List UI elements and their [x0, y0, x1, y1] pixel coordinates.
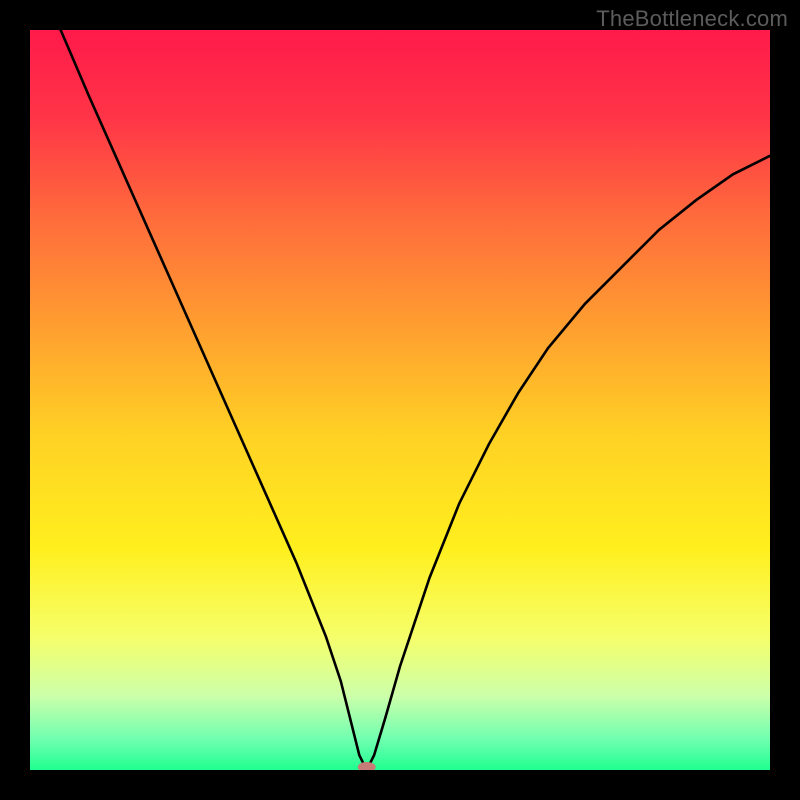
plot-area	[30, 30, 770, 770]
gradient-background	[30, 30, 770, 770]
watermark-text: TheBottleneck.com	[596, 6, 788, 32]
chart-frame: TheBottleneck.com	[0, 0, 800, 800]
chart-svg	[30, 30, 770, 770]
